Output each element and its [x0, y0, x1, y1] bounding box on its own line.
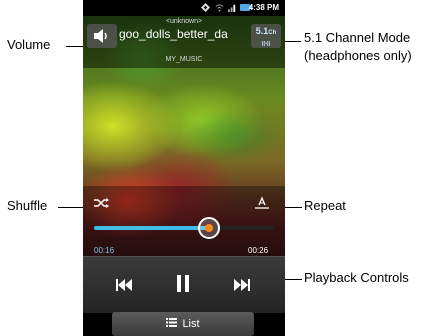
progress-knob-center	[205, 224, 213, 232]
progress-fill	[94, 226, 209, 230]
callout-channel-mode: 5.1 Channel Mode (headphones only)	[304, 29, 412, 65]
list-button[interactable]: List	[112, 312, 254, 336]
pause-button[interactable]	[176, 275, 190, 297]
callout-playback-line	[283, 279, 302, 280]
callout-shuffle: Shuffle	[7, 198, 48, 213]
channel-mode-label: 5.1Ch	[255, 26, 277, 36]
channel-mode-button[interactable]: 5.1Ch ((•))	[251, 24, 281, 48]
previous-button[interactable]	[116, 278, 132, 296]
previous-icon	[116, 279, 132, 291]
signal-icon	[228, 3, 237, 12]
shuffle-icon[interactable]	[94, 196, 110, 214]
duration-time: 00:26	[248, 246, 269, 255]
channel-mode-dots: ((•))	[261, 41, 271, 47]
artist-label: MY_MUSIC	[165, 56, 203, 63]
next-button[interactable]	[234, 278, 250, 296]
repeat-icon[interactable]	[255, 196, 269, 214]
wifi-icon	[215, 3, 224, 12]
elapsed-time: 00:16	[94, 246, 115, 255]
callout-channel-mode-line2: (headphones only)	[304, 48, 412, 63]
list-button-label: List	[182, 318, 200, 331]
track-title: goo_dolls_better_da	[119, 27, 228, 41]
status-time: 4:38 PM	[248, 3, 279, 12]
progress-knob[interactable]	[198, 217, 220, 239]
status-bar: 4:38 PM	[83, 0, 285, 16]
playback-controls	[83, 256, 285, 313]
callout-channel-mode-line1: 5.1 Channel Mode	[304, 30, 411, 45]
volume-icon	[93, 29, 111, 48]
callout-volume: Volume	[7, 37, 51, 52]
list-icon	[166, 312, 178, 336]
next-icon	[234, 279, 250, 291]
callout-playback-controls: Playback Controls	[304, 270, 409, 285]
volume-button[interactable]	[87, 24, 117, 48]
callout-repeat: Repeat	[304, 198, 346, 213]
pause-icon	[177, 275, 189, 292]
callout-shuffle-line	[58, 207, 86, 208]
phone-screen: 4:38 PM <unknown> MY_MUSIC goo_dolls_bet…	[83, 0, 285, 336]
location-icon	[201, 3, 210, 12]
